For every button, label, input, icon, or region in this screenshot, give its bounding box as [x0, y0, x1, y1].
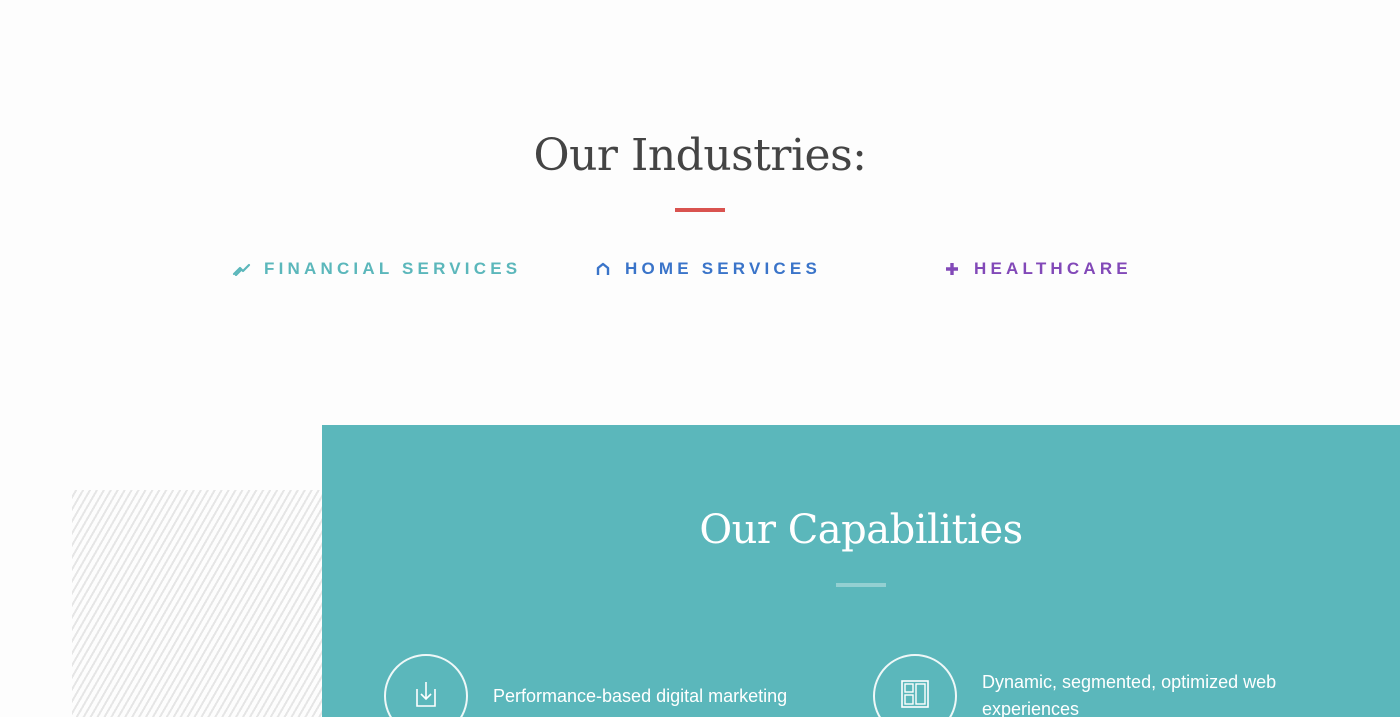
decorative-hatch-pattern — [72, 490, 362, 717]
capability-text: Performance-based digital marketing — [493, 686, 788, 706]
industries-title: Our Industries: — [533, 130, 867, 181]
capabilities-section: Our Capabilities Performance-based digit… — [322, 425, 1400, 717]
industry-link-healthcare[interactable]: HEALTHCARE — [942, 258, 1132, 280]
industry-link-financial-services[interactable]: FINANCIAL SERVICES — [232, 258, 521, 280]
industry-label: FINANCIAL SERVICES — [264, 259, 522, 278]
layout-panels-icon — [900, 679, 930, 714]
capabilities-title: Our Capabilities — [699, 507, 1023, 553]
trend-lines-icon — [232, 259, 252, 279]
house-icon — [593, 259, 613, 279]
industry-label: HEALTHCARE — [974, 259, 1132, 278]
plus-icon — [942, 259, 962, 279]
capability-icon-circle — [873, 654, 957, 717]
download-box-icon — [413, 679, 439, 714]
capability-icon-circle — [384, 654, 468, 717]
capability-text: Dynamic, segmented, optimized web experi… — [982, 672, 1277, 717]
title-divider — [675, 208, 725, 212]
industry-link-home-services[interactable]: HOME SERVICES — [593, 258, 821, 280]
capabilities-divider — [836, 583, 886, 587]
industry-label: HOME SERVICES — [625, 259, 821, 278]
